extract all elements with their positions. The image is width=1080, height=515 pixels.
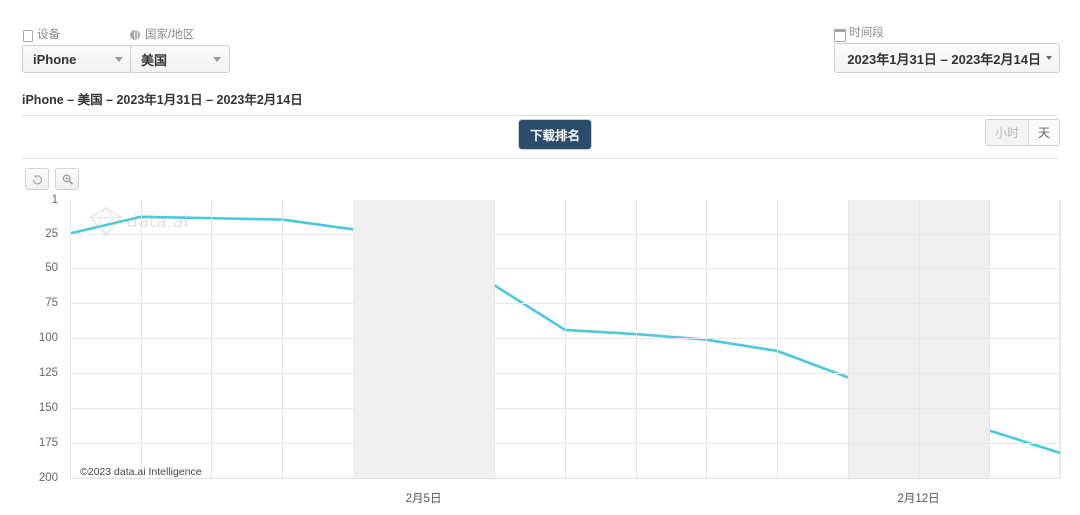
date-range-label: 时间段 bbox=[834, 26, 1060, 42]
device-filter: 设备 iPhone bbox=[22, 28, 132, 73]
country-select[interactable]: 美国 bbox=[130, 45, 230, 73]
country-filter: 国家/地区 美国 bbox=[130, 28, 230, 73]
device-label-text: 设备 bbox=[37, 29, 60, 41]
y-axis-tick-label: 75 bbox=[45, 297, 58, 310]
date-range-filter: 时间段 2023年1月31日 – 2023年2月14日 bbox=[834, 26, 1060, 73]
zoom-in-icon bbox=[62, 173, 73, 185]
device-select-value: iPhone bbox=[33, 51, 77, 67]
vertical-gridline bbox=[989, 200, 990, 478]
device-filter-label: 设备 bbox=[22, 28, 132, 42]
device-icon bbox=[22, 29, 33, 42]
y-axis-tick-label: 100 bbox=[38, 332, 58, 345]
date-range-select[interactable]: 2023年1月31日 – 2023年2月14日 bbox=[834, 43, 1060, 73]
vertical-gridline bbox=[706, 200, 707, 478]
x-axis-line bbox=[70, 478, 1060, 479]
chevron-down-icon bbox=[213, 57, 221, 62]
granularity-day-button[interactable]: 天 bbox=[1028, 120, 1059, 145]
rank-chart: 1 25 50 75 100 125 150 175 200 data.ai 2月5日 2月12日… bbox=[0, 190, 1080, 515]
weekend-band bbox=[352, 200, 495, 478]
vertical-gridline bbox=[1060, 200, 1061, 478]
chevron-down-icon bbox=[115, 57, 123, 62]
country-label-text: 国家/地区 bbox=[145, 29, 195, 41]
vertical-gridline bbox=[636, 200, 637, 478]
filter-bar: 设备 iPhone 国家/地区 美国 时间段 2023年1月31日 – 2023… bbox=[0, 0, 1080, 108]
vertical-gridline bbox=[70, 200, 71, 478]
granularity-toggle: 小时 天 bbox=[984, 119, 1060, 146]
divider-bottom bbox=[22, 158, 1058, 159]
vertical-gridline bbox=[565, 200, 566, 478]
country-filter-label: 国家/地区 bbox=[130, 28, 230, 42]
globe-icon bbox=[130, 30, 141, 41]
vertical-gridline bbox=[919, 200, 920, 478]
vertical-gridline bbox=[211, 200, 212, 478]
zoom-tool-button[interactable] bbox=[55, 168, 79, 190]
tab-download-rank[interactable]: 下载排名 bbox=[519, 120, 592, 149]
vertical-gridline bbox=[141, 200, 142, 478]
calendar-icon bbox=[834, 28, 847, 42]
app-root: 设备 iPhone 国家/地区 美国 时间段 2023年1月31日 – 2023… bbox=[0, 0, 1080, 515]
date-range-value: 2023年1月31日 – 2023年2月14日 bbox=[847, 51, 1041, 67]
y-axis-tick-label: 150 bbox=[38, 402, 58, 415]
y-axis-tick-label: 50 bbox=[45, 262, 58, 275]
y-axis-tick-label: 200 bbox=[38, 472, 58, 484]
device-select[interactable]: iPhone bbox=[22, 45, 132, 73]
filter-summary: iPhone – 美国 – 2023年1月31日 – 2023年2月14日 bbox=[22, 93, 303, 107]
x-axis-tick-label: 2月12日 bbox=[897, 493, 940, 505]
granularity-hour-button[interactable]: 小时 bbox=[985, 120, 1029, 145]
chart-copyright: ©2023 data.ai Intelligence bbox=[80, 466, 202, 478]
reset-zoom-icon bbox=[32, 174, 42, 184]
x-axis-tick-label: 2月5日 bbox=[405, 493, 442, 505]
y-axis-tick-label: 125 bbox=[38, 367, 58, 380]
date-range-label-text: 时间段 bbox=[849, 27, 884, 39]
reset-zoom-button[interactable] bbox=[25, 168, 49, 190]
country-select-value: 美国 bbox=[141, 52, 168, 68]
chart-toolbar bbox=[25, 168, 79, 190]
chevron-down-icon bbox=[1046, 56, 1052, 60]
chart-plot-area[interactable]: data.ai bbox=[70, 200, 1061, 479]
y-axis-tick-label: 1 bbox=[51, 194, 58, 206]
vertical-gridline bbox=[777, 200, 778, 478]
y-axis-tick-label: 175 bbox=[38, 437, 58, 450]
y-axis-tick-label: 25 bbox=[45, 227, 58, 240]
chart-tab-row: 下载排名 小时 天 bbox=[0, 116, 1080, 156]
vertical-gridline bbox=[848, 200, 849, 478]
vertical-gridline bbox=[282, 200, 283, 478]
